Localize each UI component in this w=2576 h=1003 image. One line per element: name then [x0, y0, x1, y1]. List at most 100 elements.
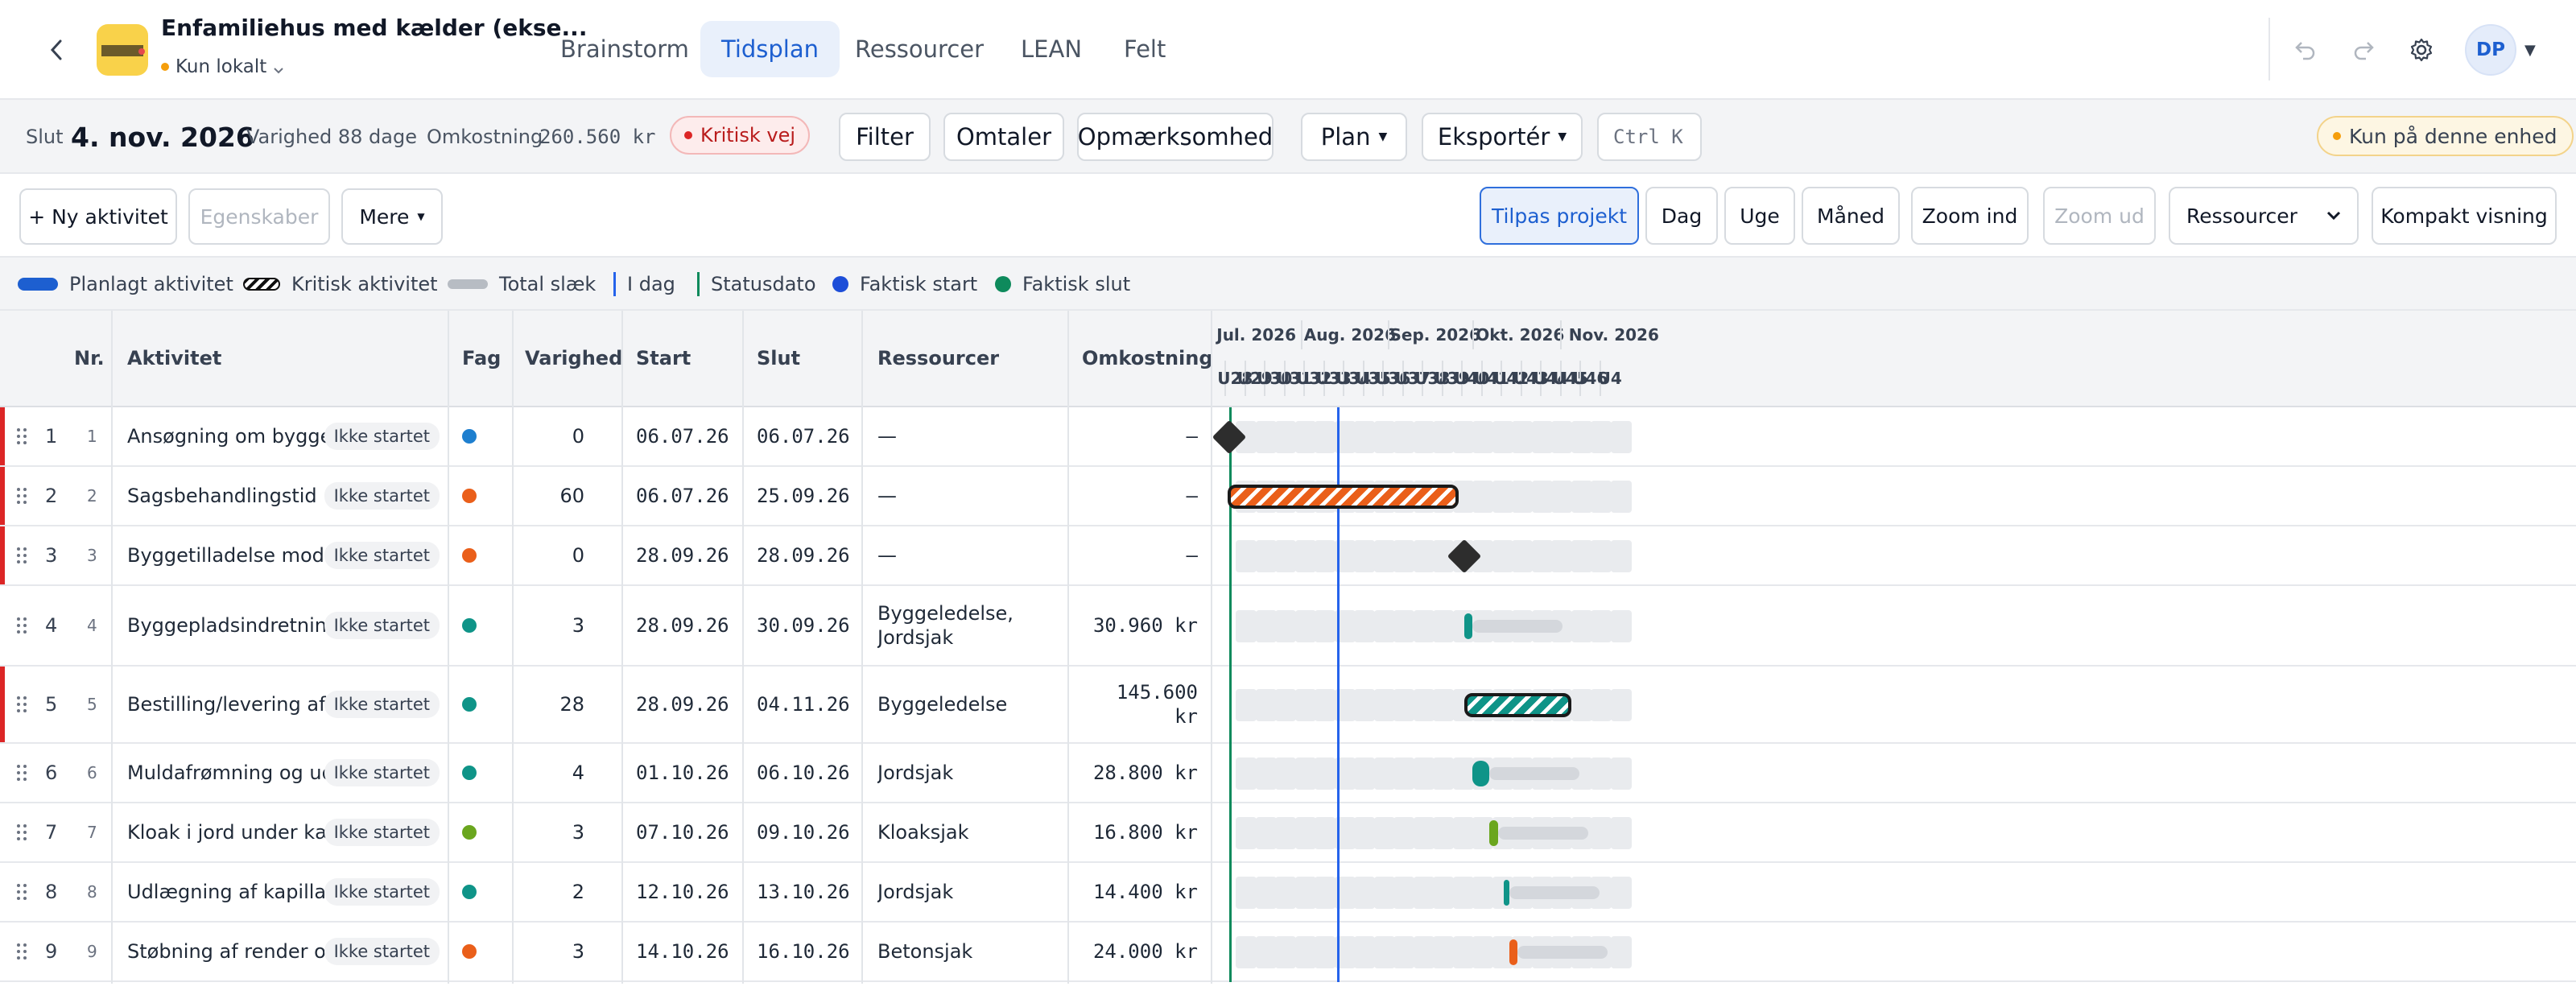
undo-button[interactable]	[2288, 32, 2323, 68]
start-cell[interactable]: 01.10.26	[636, 744, 729, 802]
activity-cell[interactable]: Byggetilladelse modtagetIkke startet	[127, 526, 446, 584]
resources-cell[interactable]: Kloaksjak	[877, 803, 1055, 861]
settings-button[interactable]	[2404, 32, 2439, 68]
duration-cell[interactable]: 60	[515, 467, 584, 525]
start-cell[interactable]: 06.07.26	[636, 407, 729, 465]
activity-bar[interactable]	[1509, 939, 1517, 965]
activity-cell[interactable]: Sagsbehandlingstid Ikke startet	[127, 467, 446, 525]
activity-cell[interactable]: Byggepladsindretning Ikke startet	[127, 586, 446, 665]
activity-cell[interactable]: Udlægning af kapillarbrydende lagIkke st…	[127, 863, 446, 921]
column-divider[interactable]	[1211, 311, 1212, 984]
attention-button[interactable]: Opmærksomhed	[1077, 113, 1274, 161]
drag-handle-icon[interactable]	[16, 923, 27, 980]
activity-cell[interactable]: Ansøgning om byggetilladelseIkke startet	[127, 407, 446, 465]
redo-button[interactable]	[2346, 32, 2381, 68]
tab-felt[interactable]: Felt	[1103, 21, 1187, 77]
cost-cell[interactable]: –	[1067, 407, 1198, 465]
plan-dropdown[interactable]: Plan ▼	[1301, 113, 1407, 161]
start-cell[interactable]: 28.09.26	[636, 526, 729, 584]
cost-cell[interactable]: 14.400 kr	[1067, 863, 1198, 921]
activity-bar[interactable]	[1503, 880, 1509, 906]
command-palette-shortcut[interactable]: Ctrl K	[1597, 113, 1702, 161]
more-dropdown[interactable]: Mere ▼	[341, 188, 443, 245]
col-start[interactable]: Start	[636, 347, 691, 369]
duration-cell[interactable]: 3	[515, 586, 584, 665]
critical-activity-bar[interactable]	[1227, 485, 1459, 509]
duration-cell[interactable]: 3	[515, 803, 584, 861]
end-cell[interactable]: 28.09.26	[757, 526, 850, 584]
start-cell[interactable]: 28.09.26	[636, 667, 729, 742]
activity-bar[interactable]	[1472, 761, 1489, 786]
drag-handle-icon[interactable]	[16, 586, 27, 665]
resources-cell[interactable]: Byggeledelse, Jordsjak	[877, 586, 1055, 665]
fag-cell[interactable]	[462, 586, 477, 665]
back-button[interactable]	[39, 32, 74, 68]
drag-handle-icon[interactable]	[16, 863, 27, 921]
export-dropdown[interactable]: Eksportér ▼	[1422, 113, 1583, 161]
col-end[interactable]: Slut	[757, 347, 800, 369]
cost-cell[interactable]: 24.000 kr	[1067, 923, 1198, 980]
activity-cell[interactable]: Bestilling/levering af vinduerIkke start…	[127, 667, 446, 742]
fag-cell[interactable]	[462, 803, 477, 861]
start-cell[interactable]: 28.09.26	[636, 586, 729, 665]
drag-handle-icon[interactable]	[16, 407, 27, 465]
end-cell[interactable]: 09.10.26	[757, 803, 850, 861]
col-activity[interactable]: Aktivitet	[127, 347, 221, 369]
column-divider[interactable]	[742, 311, 744, 984]
resources-cell[interactable]: Betonsjak	[877, 923, 1055, 980]
cost-cell[interactable]: –	[1067, 467, 1198, 525]
end-cell[interactable]: 16.10.26	[757, 923, 850, 980]
duration-cell[interactable]: 3	[515, 923, 584, 980]
month-view-button[interactable]: Måned	[1802, 187, 1900, 245]
activity-bar[interactable]	[1489, 820, 1498, 846]
resources-cell[interactable]: —	[877, 526, 1055, 584]
resources-cell[interactable]: Byggeledelse	[877, 667, 1055, 742]
drag-handle-icon[interactable]	[16, 803, 27, 861]
drag-handle-icon[interactable]	[16, 467, 27, 525]
column-divider[interactable]	[1067, 311, 1069, 984]
storage-status[interactable]: Kun lokalt	[161, 56, 284, 77]
end-cell[interactable]: 25.09.26	[757, 467, 850, 525]
tab-brainstorm[interactable]: Brainstorm	[539, 21, 710, 77]
resources-cell[interactable]: Jordsjak	[877, 744, 1055, 802]
start-cell[interactable]: 07.10.26	[636, 803, 729, 861]
cost-cell[interactable]: 30.960 kr	[1067, 586, 1198, 665]
avatar[interactable]: DP	[2465, 24, 2516, 76]
end-cell[interactable]: 06.10.26	[757, 744, 850, 802]
col-duration[interactable]: Varighed	[525, 347, 622, 369]
duration-cell[interactable]: 28	[515, 667, 584, 742]
critical-path-badge[interactable]: Kritisk vej	[670, 116, 811, 155]
cost-cell[interactable]: 28.800 kr	[1067, 744, 1198, 802]
fag-cell[interactable]	[462, 667, 477, 742]
new-activity-button[interactable]: + Ny aktivitet	[19, 188, 177, 245]
tab-tidsplan[interactable]: Tidsplan	[700, 21, 840, 77]
resources-cell[interactable]: —	[877, 407, 1055, 465]
fag-cell[interactable]	[462, 467, 477, 525]
drag-handle-icon[interactable]	[16, 526, 27, 584]
end-cell[interactable]: 30.09.26	[757, 586, 850, 665]
fag-cell[interactable]	[462, 744, 477, 802]
cost-cell[interactable]: –	[1067, 526, 1198, 584]
drag-handle-icon[interactable]	[16, 667, 27, 742]
day-view-button[interactable]: Dag	[1645, 187, 1718, 245]
week-view-button[interactable]: Uge	[1724, 187, 1795, 245]
zoom-out-button[interactable]: Zoom ud	[2043, 187, 2156, 245]
column-divider[interactable]	[861, 311, 863, 984]
fag-cell[interactable]	[462, 407, 477, 465]
duration-cell[interactable]: 4	[515, 744, 584, 802]
critical-activity-bar[interactable]	[1463, 693, 1571, 717]
duration-cell[interactable]: 2	[515, 863, 584, 921]
tab-lean[interactable]: LEAN	[1000, 21, 1103, 77]
col-nr[interactable]: Nr.	[74, 347, 105, 369]
fag-cell[interactable]	[462, 863, 477, 921]
column-divider[interactable]	[111, 311, 113, 984]
fit-project-button[interactable]: Tilpas projekt	[1480, 187, 1639, 245]
cost-cell[interactable]: 16.800 kr	[1067, 803, 1198, 861]
resources-cell[interactable]: Jordsjak	[877, 863, 1055, 921]
duration-cell[interactable]: 0	[515, 526, 584, 584]
drag-handle-icon[interactable]	[16, 744, 27, 802]
start-cell[interactable]: 12.10.26	[636, 863, 729, 921]
start-cell[interactable]: 06.07.26	[636, 467, 729, 525]
col-cost[interactable]: Omkostning	[1082, 347, 1213, 369]
activity-cell[interactable]: Støbning af render og fundamentIkke star…	[127, 923, 446, 980]
